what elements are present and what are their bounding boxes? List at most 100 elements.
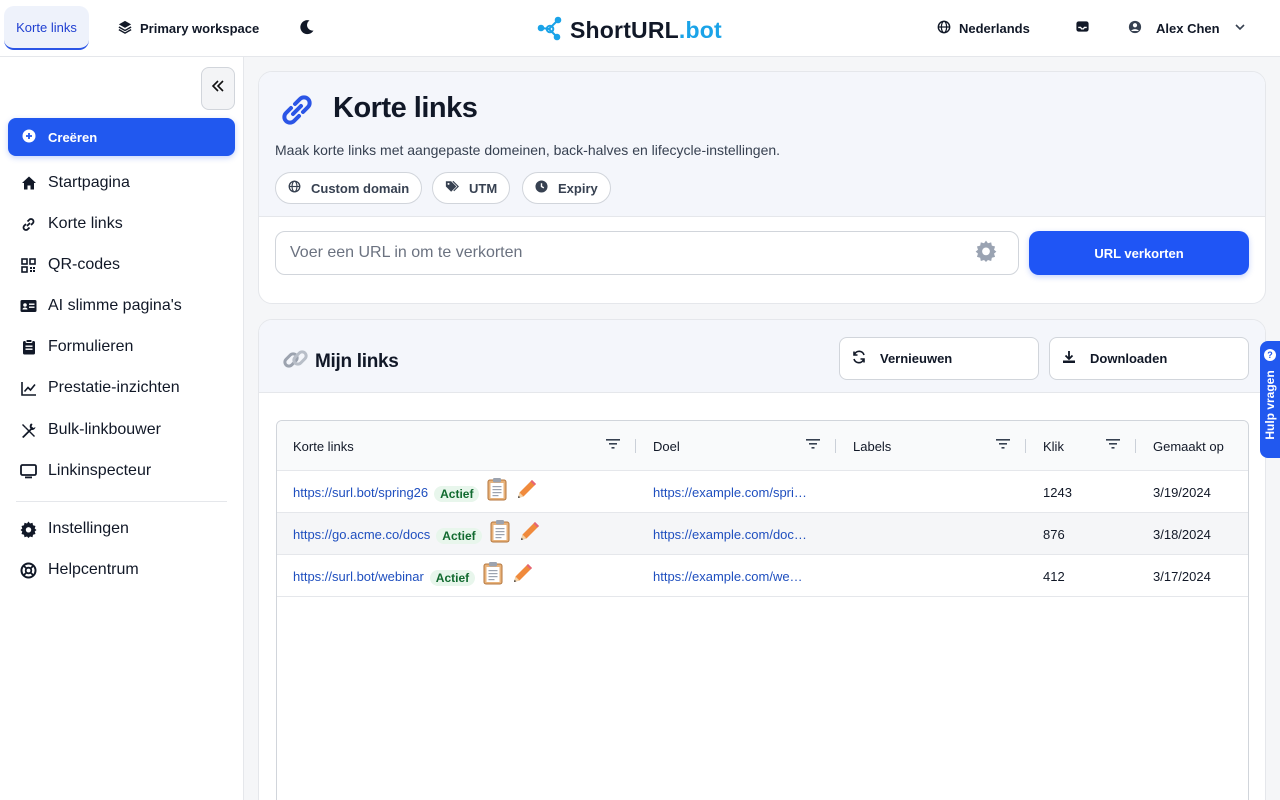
tab-korte-links[interactable]: Korte links [4, 6, 89, 50]
help-question-icon: ? [1264, 349, 1276, 361]
home-icon [20, 175, 37, 192]
inbox-icon [1075, 19, 1090, 37]
chip-label: UTM [469, 180, 498, 196]
sidebar-item-qr-codes[interactable]: QR-codes [20, 253, 120, 277]
filter-icon[interactable] [806, 437, 820, 453]
sidebar-item-label: QR-codes [48, 256, 121, 273]
double-chevron-left-icon [211, 79, 225, 98]
moon-icon [299, 19, 315, 38]
filter-icon[interactable] [606, 437, 620, 453]
sidebar-divider [16, 501, 227, 502]
status-badge: Actief [429, 570, 476, 586]
sidebar-item-linkinspecteur[interactable]: Linkinspecteur [20, 459, 151, 483]
column-header-clicks[interactable]: Klik [1043, 421, 1064, 471]
clipboard-copy-icon[interactable] [483, 561, 503, 591]
inbox-button[interactable] [1075, 0, 1090, 56]
column-separator[interactable] [1025, 439, 1026, 453]
sidebar-item-bulk-linkbouwer[interactable]: Bulk-linkbouwer [20, 418, 161, 442]
target-cell: https://example.com/we… [653, 555, 803, 597]
language-selector[interactable]: Nederlands [937, 0, 1030, 56]
logo-text: ShortURL.bot [570, 16, 722, 43]
sidebar-item-korte-links[interactable]: Korte links [20, 212, 123, 236]
status-badge: Actief [436, 528, 482, 544]
sidebar-item-startpagina[interactable]: Startpagina [20, 171, 130, 195]
link-icon [20, 216, 37, 233]
short-link[interactable]: https://surl.bot/spring26 [293, 485, 428, 500]
clipboard-copy-icon[interactable] [487, 477, 507, 507]
sidebar-item-label: Helpcentrum [48, 561, 139, 578]
download-button[interactable]: Downloaden [1049, 337, 1249, 380]
sidebar-item-formulieren[interactable]: Formulieren [20, 335, 133, 359]
short-link-cell: https://surl.bot/spring26 Actief [293, 471, 539, 513]
sidebar-item-label: Linkinspecteur [48, 462, 152, 479]
top-bar: Korte links Primary workspace ShortURL.b… [0, 0, 1280, 57]
edit-pencil-icon[interactable] [515, 477, 539, 507]
target-link[interactable]: https://example.com/spri… [653, 485, 807, 500]
column-header-created[interactable]: Gemaakt op [1153, 421, 1224, 471]
clipboard-copy-icon[interactable] [490, 519, 510, 549]
create-link-card: Korte links Maak korte links met aangepa… [258, 71, 1266, 304]
short-link[interactable]: https://surl.bot/webinar [293, 569, 424, 584]
clock-icon [535, 180, 548, 196]
status-badge: Actief [434, 486, 480, 502]
collapse-sidebar-button[interactable] [201, 67, 235, 110]
edit-pencil-icon[interactable] [511, 561, 535, 591]
chip-expiry[interactable]: Expiry [522, 172, 611, 204]
table-row[interactable]: https://surl.bot/spring26 Actief https:/… [277, 471, 1248, 513]
app-logo[interactable]: ShortURL.bot [536, 14, 722, 46]
short-link-cell: https://surl.bot/webinar Actief [293, 555, 535, 597]
sidebar-item-ai-pages[interactable]: AI slimme pagina's [20, 294, 182, 318]
filter-icon[interactable] [996, 437, 1010, 453]
sidebar-item-label: Bulk-linkbouwer [48, 421, 161, 438]
globe-icon [937, 20, 951, 37]
clicks-cell: 1243 [1043, 484, 1072, 500]
column-header-short-links[interactable]: Korte links [293, 421, 354, 471]
created-cell: 3/17/2024 [1153, 568, 1211, 584]
shorten-url-button[interactable]: URL verkorten [1029, 231, 1249, 275]
lifebuoy-icon [20, 562, 37, 579]
chevron-down-icon [1234, 21, 1246, 36]
links-table: Korte links Doel Labels Klik Gemaakt op … [276, 420, 1249, 800]
column-header-labels[interactable]: Labels [853, 421, 891, 471]
table-row[interactable]: https://surl.bot/webinar Actief https://… [277, 555, 1248, 597]
column-header-target[interactable]: Doel [653, 421, 680, 471]
chip-custom-domain[interactable]: Custom domain [275, 172, 423, 204]
create-button[interactable]: Creëren [8, 118, 235, 156]
plus-circle-icon [22, 129, 36, 146]
target-link[interactable]: https://example.com/doc… [653, 527, 807, 542]
sidebar-item-prestatie-inzichten[interactable]: Prestatie-inzichten [20, 376, 180, 400]
url-input[interactable] [275, 231, 1019, 275]
table-row[interactable]: https://go.acme.co/docs Actief https://e… [277, 513, 1248, 555]
sidebar: Creëren Startpagina Korte links QR-codes… [0, 57, 244, 800]
settings-gear-icon[interactable] [975, 240, 997, 268]
column-separator[interactable] [1135, 439, 1136, 453]
short-link[interactable]: https://go.acme.co/docs [293, 527, 430, 542]
chart-line-icon [20, 380, 37, 397]
sidebar-item-label: Prestatie-inzichten [48, 379, 180, 396]
user-name: Alex Chen [1156, 20, 1220, 36]
sidebar-item-label: Instellingen [48, 520, 129, 537]
column-separator[interactable] [835, 439, 836, 453]
edit-pencil-icon[interactable] [518, 519, 542, 549]
dark-mode-toggle[interactable] [299, 0, 315, 56]
sidebar-item-label: Korte links [48, 215, 123, 232]
workspace-switcher[interactable]: Primary workspace [118, 0, 259, 56]
my-links-title: Mijn links [281, 344, 399, 380]
link-emoji-icon [281, 344, 311, 380]
column-separator[interactable] [635, 439, 636, 453]
sidebar-item-label: Startpagina [48, 174, 130, 191]
filter-icon[interactable] [1106, 437, 1120, 453]
workspace-label: Primary workspace [140, 20, 260, 36]
refresh-button[interactable]: Vernieuwen [839, 337, 1039, 380]
sidebar-item-instellingen[interactable]: Instellingen [20, 517, 129, 541]
chip-utm[interactable]: UTM [432, 172, 511, 204]
table-header: Korte links Doel Labels Klik Gemaakt op [277, 421, 1248, 471]
help-tab[interactable]: ? Hulp vragen [1260, 341, 1280, 458]
user-menu[interactable]: Alex Chen [1128, 0, 1246, 56]
my-links-card: Mijn links Vernieuwen Downloaden Korte l… [258, 319, 1266, 800]
target-link[interactable]: https://example.com/we… [653, 569, 803, 584]
sidebar-item-label: AI slimme pagina's [48, 297, 182, 314]
sidebar-item-helpcentrum[interactable]: Helpcentrum [20, 558, 139, 582]
sidebar-item-label: Formulieren [48, 338, 134, 355]
target-cell: https://example.com/spri… [653, 471, 807, 513]
